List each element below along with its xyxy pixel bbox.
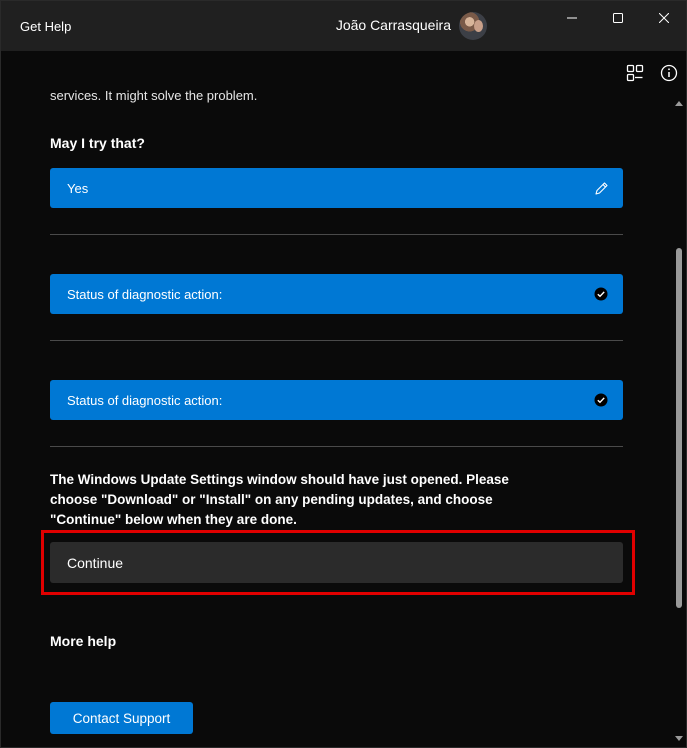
app-title: Get Help — [20, 19, 72, 34]
close-icon — [659, 13, 669, 23]
divider — [50, 234, 623, 235]
divider — [50, 340, 623, 341]
minimize-icon — [567, 17, 577, 19]
close-button[interactable] — [641, 1, 686, 35]
highlight-box — [41, 530, 635, 595]
avatar[interactable] — [459, 12, 487, 40]
more-help-heading: More help — [50, 633, 117, 649]
answer-text: Yes — [67, 180, 89, 196]
maximize-icon — [613, 13, 623, 23]
status-text: Status of diagnostic action: — [67, 392, 223, 408]
contact-support-button[interactable]: Contact Support — [50, 702, 193, 734]
minimize-button[interactable] — [549, 1, 595, 35]
instructions-text: The Windows Update Settings window shoul… — [50, 472, 509, 527]
scroll-thumb[interactable] — [676, 248, 682, 608]
scrollbar[interactable] — [672, 95, 686, 747]
status-text: Status of diagnostic action: — [67, 286, 223, 302]
title-bar: Get Help João Carrasqueira — [1, 1, 686, 51]
question-text: May I try that? — [50, 135, 145, 151]
scroll-up-icon[interactable] — [675, 99, 683, 107]
status-bar: Status of diagnostic action: — [50, 274, 623, 314]
previous-message: services. It might solve the problem. — [50, 88, 258, 103]
maximize-button[interactable] — [595, 1, 641, 35]
scroll-down-icon[interactable] — [675, 735, 683, 743]
check-circle-icon — [593, 392, 609, 408]
conversation-panel: services. It might solve the problem. Ma… — [1, 51, 671, 747]
user-name[interactable]: João Carrasqueira — [336, 17, 451, 33]
check-circle-icon — [593, 286, 609, 302]
divider — [50, 446, 623, 447]
status-bar: Status of diagnostic action: — [50, 380, 623, 420]
get-help-window: Get Help João Carrasqueira services. It … — [0, 0, 687, 748]
pencil-icon[interactable] — [593, 180, 609, 196]
answer-bar[interactable]: Yes — [50, 168, 623, 208]
